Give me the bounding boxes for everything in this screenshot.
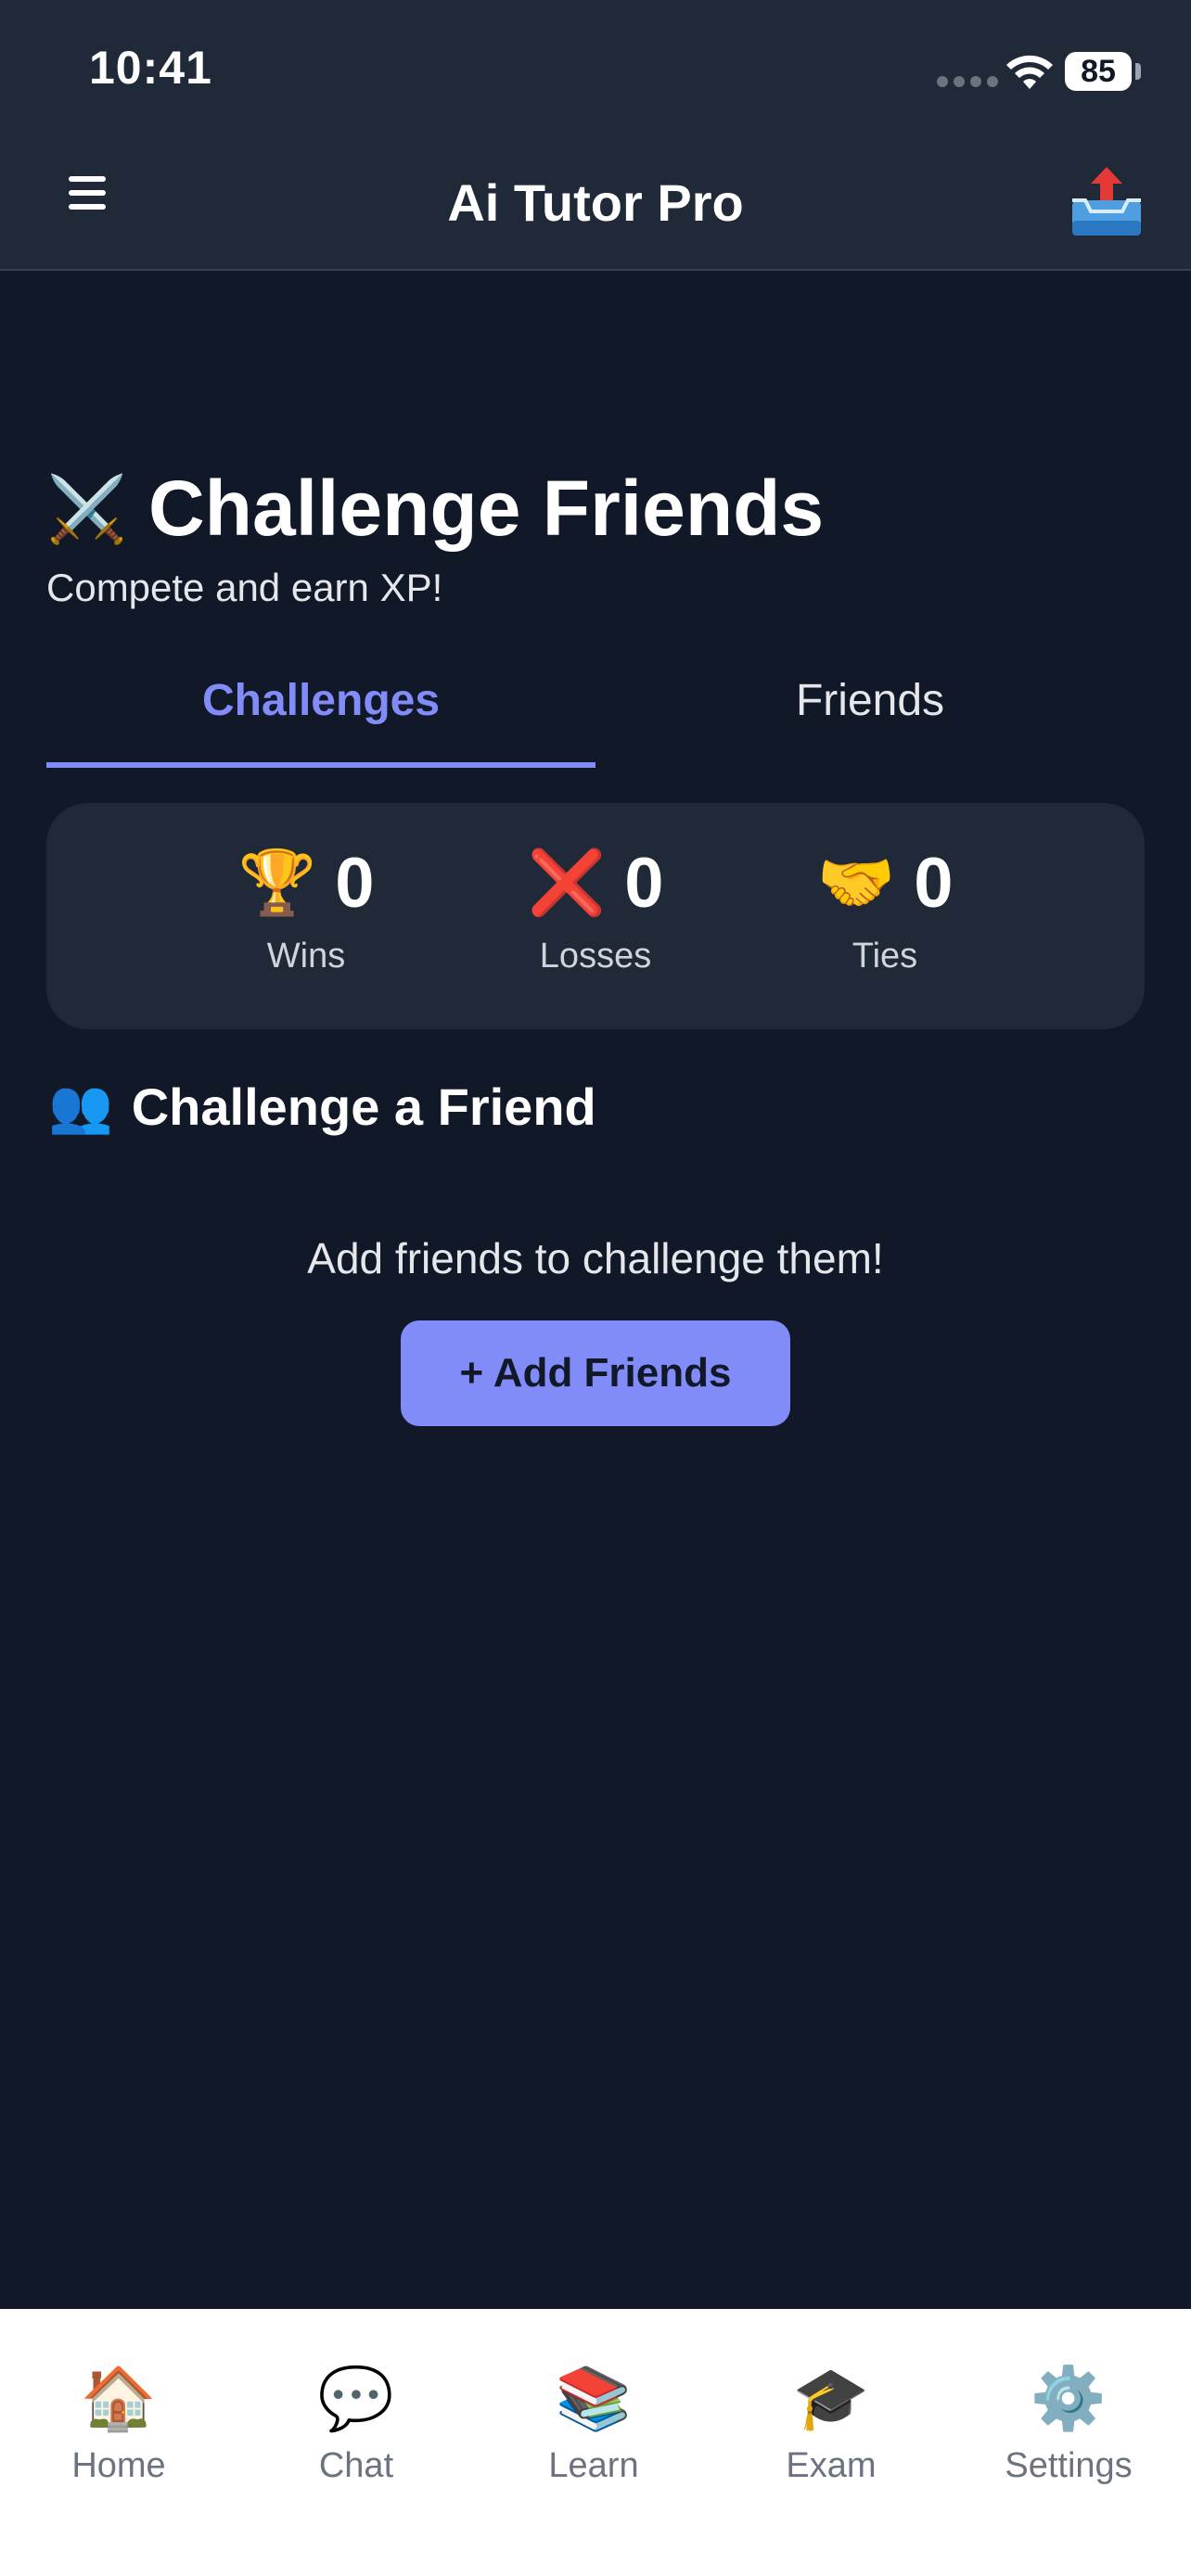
app-screen: 10:41 85 Ai Tutor Pro ⚔️ Challenge Frien… — [0, 0, 1191, 2576]
add-friends-button[interactable]: + Add Friends — [401, 1320, 790, 1426]
losses-label: Losses — [539, 937, 652, 976]
stat-ties: 🤝 0 Ties — [746, 840, 1024, 976]
cellular-signal-icon — [937, 76, 998, 87]
stat-losses: ❌ 0 Losses — [456, 840, 735, 976]
graduation-cap-icon: 🎓 — [792, 2364, 870, 2432]
stats-card: 🏆 0 Wins ❌ 0 Losses 🤝 0 Ties — [46, 803, 1145, 1029]
status-bar: 10:41 85 — [0, 0, 1191, 139]
battery-cap — [1135, 63, 1141, 80]
stat-wins: 🏆 0 Wins — [167, 840, 445, 976]
tab-friends[interactable]: Friends — [596, 658, 1145, 768]
trophy-icon: 🏆 — [237, 848, 317, 918]
bottom-nav: 🏠 Home 💬 Chat 📚 Learn 🎓 Exam ⚙️ Settings — [0, 2309, 1191, 2576]
losses-count: 0 — [624, 843, 664, 923]
crossed-swords-icon: ⚔️ — [46, 472, 128, 545]
cross-icon: ❌ — [527, 848, 607, 918]
nav-learn[interactable]: 📚 Learn — [501, 2361, 686, 2486]
ties-count: 0 — [914, 843, 954, 923]
nav-chat[interactable]: 💬 Chat — [263, 2361, 449, 2486]
nav-chat-label: Chat — [318, 2446, 394, 2485]
wins-label: Wins — [266, 937, 346, 976]
ties-label: Ties — [852, 937, 918, 976]
battery-level: 85 — [1065, 52, 1132, 91]
nav-home-label: Home — [71, 2446, 166, 2485]
inbox-upload-icon[interactable] — [1069, 163, 1145, 241]
app-title: Ai Tutor Pro — [447, 173, 744, 232]
status-time: 10:41 — [89, 42, 212, 94]
handshake-icon: 🤝 — [816, 848, 896, 918]
tab-challenges[interactable]: Challenges — [46, 658, 596, 768]
wins-count: 0 — [335, 843, 375, 923]
empty-state-text: Add friends to challenge them! — [307, 1234, 884, 1282]
page-subtitle: Compete and earn XP! — [46, 566, 443, 609]
section-title-text: Challenge a Friend — [131, 1077, 596, 1136]
nav-settings-label: Settings — [1005, 2446, 1133, 2485]
gear-icon: ⚙️ — [1030, 2364, 1108, 2432]
nav-exam-label: Exam — [786, 2446, 877, 2485]
page-title: ⚔️ Challenge Friends — [46, 464, 824, 554]
nav-learn-label: Learn — [548, 2446, 639, 2485]
books-icon: 📚 — [555, 2364, 633, 2432]
top-bar: 10:41 85 Ai Tutor Pro — [0, 0, 1191, 271]
home-icon: 🏠 — [80, 2364, 158, 2432]
tab-bar: Challenges Friends — [46, 658, 1145, 768]
nav-settings[interactable]: ⚙️ Settings — [976, 2361, 1161, 2486]
nav-home[interactable]: 🏠 Home — [26, 2361, 211, 2486]
wifi-icon — [1006, 55, 1053, 89]
nav-exam[interactable]: 🎓 Exam — [738, 2361, 924, 2486]
page-title-text: Challenge Friends — [148, 465, 825, 552]
challenge-friend-heading: 👥 Challenge a Friend — [48, 1076, 596, 1137]
chat-bubble-icon: 💬 — [317, 2364, 395, 2432]
people-icon: 👥 — [48, 1077, 113, 1135]
